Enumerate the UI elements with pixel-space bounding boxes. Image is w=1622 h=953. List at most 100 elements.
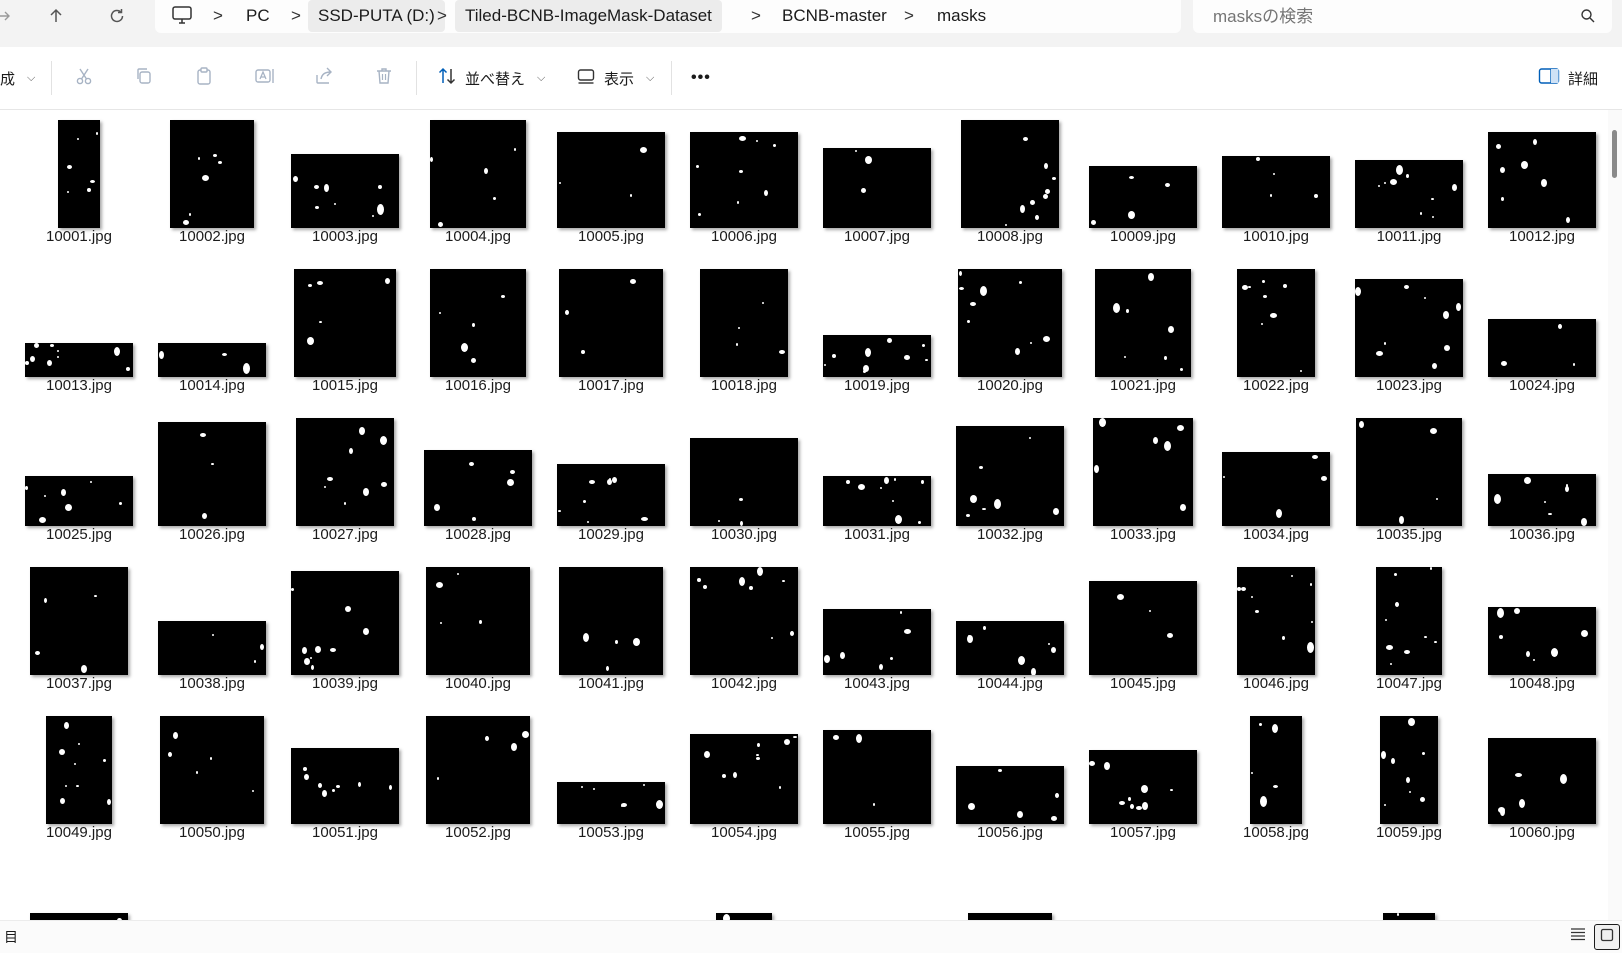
file-item[interactable]: 10057.jpg	[1077, 701, 1209, 849]
share-button[interactable]	[314, 47, 334, 109]
file-item[interactable]: 10004.jpg	[412, 110, 544, 253]
file-item[interactable]: 10006.jpg	[678, 110, 810, 253]
file-item[interactable]: 10013.jpg	[13, 254, 145, 402]
file-item[interactable]: 10016.jpg	[412, 254, 544, 402]
file-item[interactable]	[811, 850, 943, 920]
breadcrumb-bcnb-master[interactable]: BCNB-master	[782, 0, 887, 32]
file-item[interactable]: 10035.jpg	[1343, 403, 1475, 551]
details-view-button[interactable]	[1566, 924, 1590, 948]
breadcrumb-pc[interactable]: PC	[246, 0, 270, 32]
vertical-scrollbar[interactable]	[1608, 110, 1622, 920]
file-item[interactable]: 10055.jpg	[811, 701, 943, 849]
file-item[interactable]: 10005.jpg	[545, 110, 677, 253]
breadcrumb-dataset[interactable]: Tiled-BCNB-ImageMask-Dataset	[455, 0, 722, 32]
file-item[interactable]: 10040.jpg	[412, 552, 544, 700]
file-item[interactable]: 10025.jpg	[13, 403, 145, 551]
file-item[interactable]: 10034.jpg	[1210, 403, 1342, 551]
file-item[interactable]: 10001.jpg	[13, 110, 145, 253]
file-item[interactable]: 10048.jpg	[1476, 552, 1608, 700]
file-item[interactable]: 10045.jpg	[1077, 552, 1209, 700]
cut-button[interactable]	[74, 47, 94, 109]
file-item[interactable]: 10002.jpg	[146, 110, 278, 253]
file-item[interactable]: 10041.jpg	[545, 552, 677, 700]
file-item[interactable]	[279, 850, 411, 920]
file-item[interactable]: 10009.jpg	[1077, 110, 1209, 253]
file-item[interactable]: 10029.jpg	[545, 403, 677, 551]
computer-icon[interactable]	[171, 5, 193, 30]
file-item[interactable]: 10043.jpg	[811, 552, 943, 700]
file-item[interactable]: 10059.jpg	[1343, 701, 1475, 849]
file-item[interactable]: 10024.jpg	[1476, 254, 1608, 402]
file-item[interactable]: 10047.jpg	[1343, 552, 1475, 700]
file-item[interactable]	[1343, 850, 1475, 920]
file-item[interactable]: 10036.jpg	[1476, 403, 1608, 551]
file-item[interactable]: 10037.jpg	[13, 552, 145, 700]
file-item[interactable]: 10033.jpg	[1077, 403, 1209, 551]
paste-button[interactable]	[194, 47, 214, 109]
file-item[interactable]: 10050.jpg	[146, 701, 278, 849]
file-item[interactable]: 10052.jpg	[412, 701, 544, 849]
file-item[interactable]: 10039.jpg	[279, 552, 411, 700]
file-item[interactable]: 10027.jpg	[279, 403, 411, 551]
file-item[interactable]	[146, 850, 278, 920]
large-icons-view-button[interactable]	[1594, 924, 1620, 950]
file-item[interactable]: 10019.jpg	[811, 254, 943, 402]
file-item[interactable]: 10012.jpg	[1476, 110, 1608, 253]
file-item[interactable]: 10018.jpg	[678, 254, 810, 402]
sort-button[interactable]: 並べ替え ⌵	[437, 47, 545, 109]
file-item[interactable]: 10023.jpg	[1343, 254, 1475, 402]
forward-icon[interactable]	[0, 3, 18, 29]
file-item[interactable]: 10030.jpg	[678, 403, 810, 551]
rename-button[interactable]	[254, 47, 276, 109]
more-options-button[interactable]: •••	[691, 47, 711, 109]
file-item[interactable]: 10038.jpg	[146, 552, 278, 700]
view-button[interactable]: 表示 ⌵	[576, 47, 654, 109]
file-item[interactable]: 10054.jpg	[678, 701, 810, 849]
file-item[interactable]: 10031.jpg	[811, 403, 943, 551]
breadcrumb-masks[interactable]: masks	[937, 0, 986, 32]
file-item[interactable]: 10021.jpg	[1077, 254, 1209, 402]
file-item[interactable]: 10026.jpg	[146, 403, 278, 551]
file-item[interactable]: 10028.jpg	[412, 403, 544, 551]
scrollbar-thumb[interactable]	[1612, 130, 1617, 178]
file-item[interactable]: 10015.jpg	[279, 254, 411, 402]
file-item[interactable]: 10046.jpg	[1210, 552, 1342, 700]
up-arrow-icon[interactable]	[42, 3, 70, 29]
new-button[interactable]: 成 ⌵	[0, 47, 35, 109]
file-item[interactable]	[1476, 850, 1608, 920]
file-item[interactable]: 10042.jpg	[678, 552, 810, 700]
search-input[interactable]	[1211, 4, 1555, 30]
file-item[interactable]: 10053.jpg	[545, 701, 677, 849]
file-item[interactable]: 10022.jpg	[1210, 254, 1342, 402]
file-item[interactable]: 10049.jpg	[13, 701, 145, 849]
address-box[interactable]: > PC > SSD-PUTA (D:) > Tiled-BCNB-ImageM…	[155, 0, 1181, 33]
file-item[interactable]: 10058.jpg	[1210, 701, 1342, 849]
delete-button[interactable]	[374, 47, 394, 109]
file-item[interactable]: 10056.jpg	[944, 701, 1076, 849]
file-item[interactable]: 10008.jpg	[944, 110, 1076, 253]
file-item[interactable]: 10003.jpg	[279, 110, 411, 253]
file-item[interactable]	[1077, 850, 1209, 920]
file-item[interactable]: 10010.jpg	[1210, 110, 1342, 253]
file-item[interactable]	[545, 850, 677, 920]
file-item[interactable]: 10060.jpg	[1476, 701, 1608, 849]
search-icon[interactable]	[1580, 8, 1596, 29]
file-item[interactable]: 10011.jpg	[1343, 110, 1475, 253]
file-item[interactable]: 10020.jpg	[944, 254, 1076, 402]
file-item[interactable]: 10017.jpg	[545, 254, 677, 402]
file-item[interactable]: 10032.jpg	[944, 403, 1076, 551]
file-item[interactable]	[13, 850, 145, 920]
file-item[interactable]	[1210, 850, 1342, 920]
copy-button[interactable]	[134, 47, 154, 109]
file-item[interactable]: 10044.jpg	[944, 552, 1076, 700]
file-item[interactable]: 10014.jpg	[146, 254, 278, 402]
file-item[interactable]: 10007.jpg	[811, 110, 943, 253]
refresh-icon[interactable]	[103, 3, 131, 29]
file-item[interactable]	[678, 850, 810, 920]
file-item[interactable]: 10051.jpg	[279, 701, 411, 849]
file-item[interactable]	[944, 850, 1076, 920]
breadcrumb-drive[interactable]: SSD-PUTA (D:)	[308, 0, 445, 32]
search-box[interactable]	[1193, 0, 1612, 33]
file-item[interactable]	[412, 850, 544, 920]
details-pane-button[interactable]: 詳細	[1538, 47, 1598, 109]
